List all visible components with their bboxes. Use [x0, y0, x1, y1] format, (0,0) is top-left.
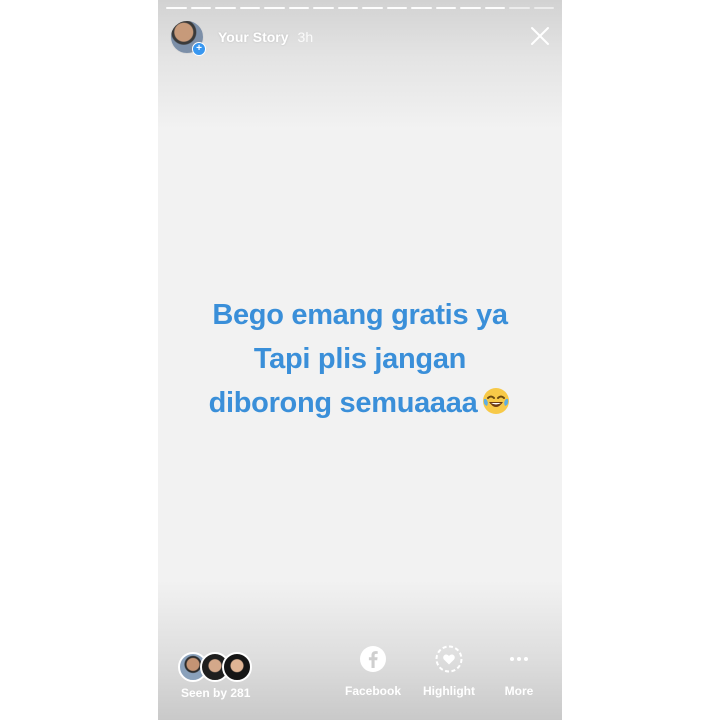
progress-segment	[313, 7, 334, 9]
progress-segment	[166, 7, 187, 9]
progress-segment	[239, 7, 260, 9]
close-icon[interactable]	[528, 24, 552, 48]
story-header: + Your Story 3h	[170, 20, 314, 56]
progress-segment	[337, 7, 358, 9]
progress-segment	[484, 7, 505, 9]
story-viewer[interactable]: + Your Story 3h Bego emang gratis ya Tap…	[158, 0, 562, 720]
screen: + Your Story 3h Bego emang gratis ya Tap…	[0, 0, 720, 720]
progress-segment	[435, 7, 456, 9]
story-caption: Bego emang gratis ya Tapi plis jangan di…	[158, 293, 562, 429]
story-timestamp: 3h	[297, 29, 314, 45]
highlight-button[interactable]: Highlight	[414, 642, 484, 698]
story-progress-bar	[166, 7, 554, 9]
progress-segment	[460, 7, 481, 9]
progress-segment	[190, 7, 211, 9]
profile-avatar[interactable]: +	[170, 20, 206, 56]
facebook-share-button[interactable]: Facebook	[338, 642, 408, 698]
more-button[interactable]: More	[484, 642, 554, 698]
add-story-plus-icon[interactable]: +	[192, 42, 206, 56]
progress-segment	[264, 7, 285, 9]
highlight-label: Highlight	[423, 684, 475, 698]
caption-line-2: Tapi plis jangan	[253, 343, 467, 375]
viewers-avatars[interactable]	[178, 652, 258, 682]
caption-line-3: diborong semuaaaa	[208, 387, 478, 419]
progress-segment	[215, 7, 236, 9]
progress-segment	[509, 7, 530, 9]
progress-segment	[386, 7, 407, 9]
progress-segment	[411, 7, 432, 9]
tears-of-joy-emoji-icon	[481, 385, 511, 429]
viewer-avatar[interactable]	[222, 652, 252, 682]
more-label: More	[504, 684, 534, 698]
story-footer: Seen by 281 Facebook Highlight More	[158, 642, 562, 702]
progress-segment	[288, 7, 309, 9]
caption-line-1: Bego emang gratis ya	[212, 299, 508, 331]
more-dots-icon	[484, 642, 554, 676]
seen-by-count[interactable]: Seen by 281	[181, 686, 250, 700]
facebook-label: Facebook	[344, 684, 401, 698]
progress-segment	[362, 7, 383, 9]
highlight-heart-icon	[414, 642, 484, 676]
caption-line-3-wrap: diborong semuaaaa	[158, 381, 562, 429]
progress-segment	[533, 7, 554, 9]
facebook-icon	[338, 642, 408, 676]
story-owner-title[interactable]: Your Story	[218, 29, 289, 45]
